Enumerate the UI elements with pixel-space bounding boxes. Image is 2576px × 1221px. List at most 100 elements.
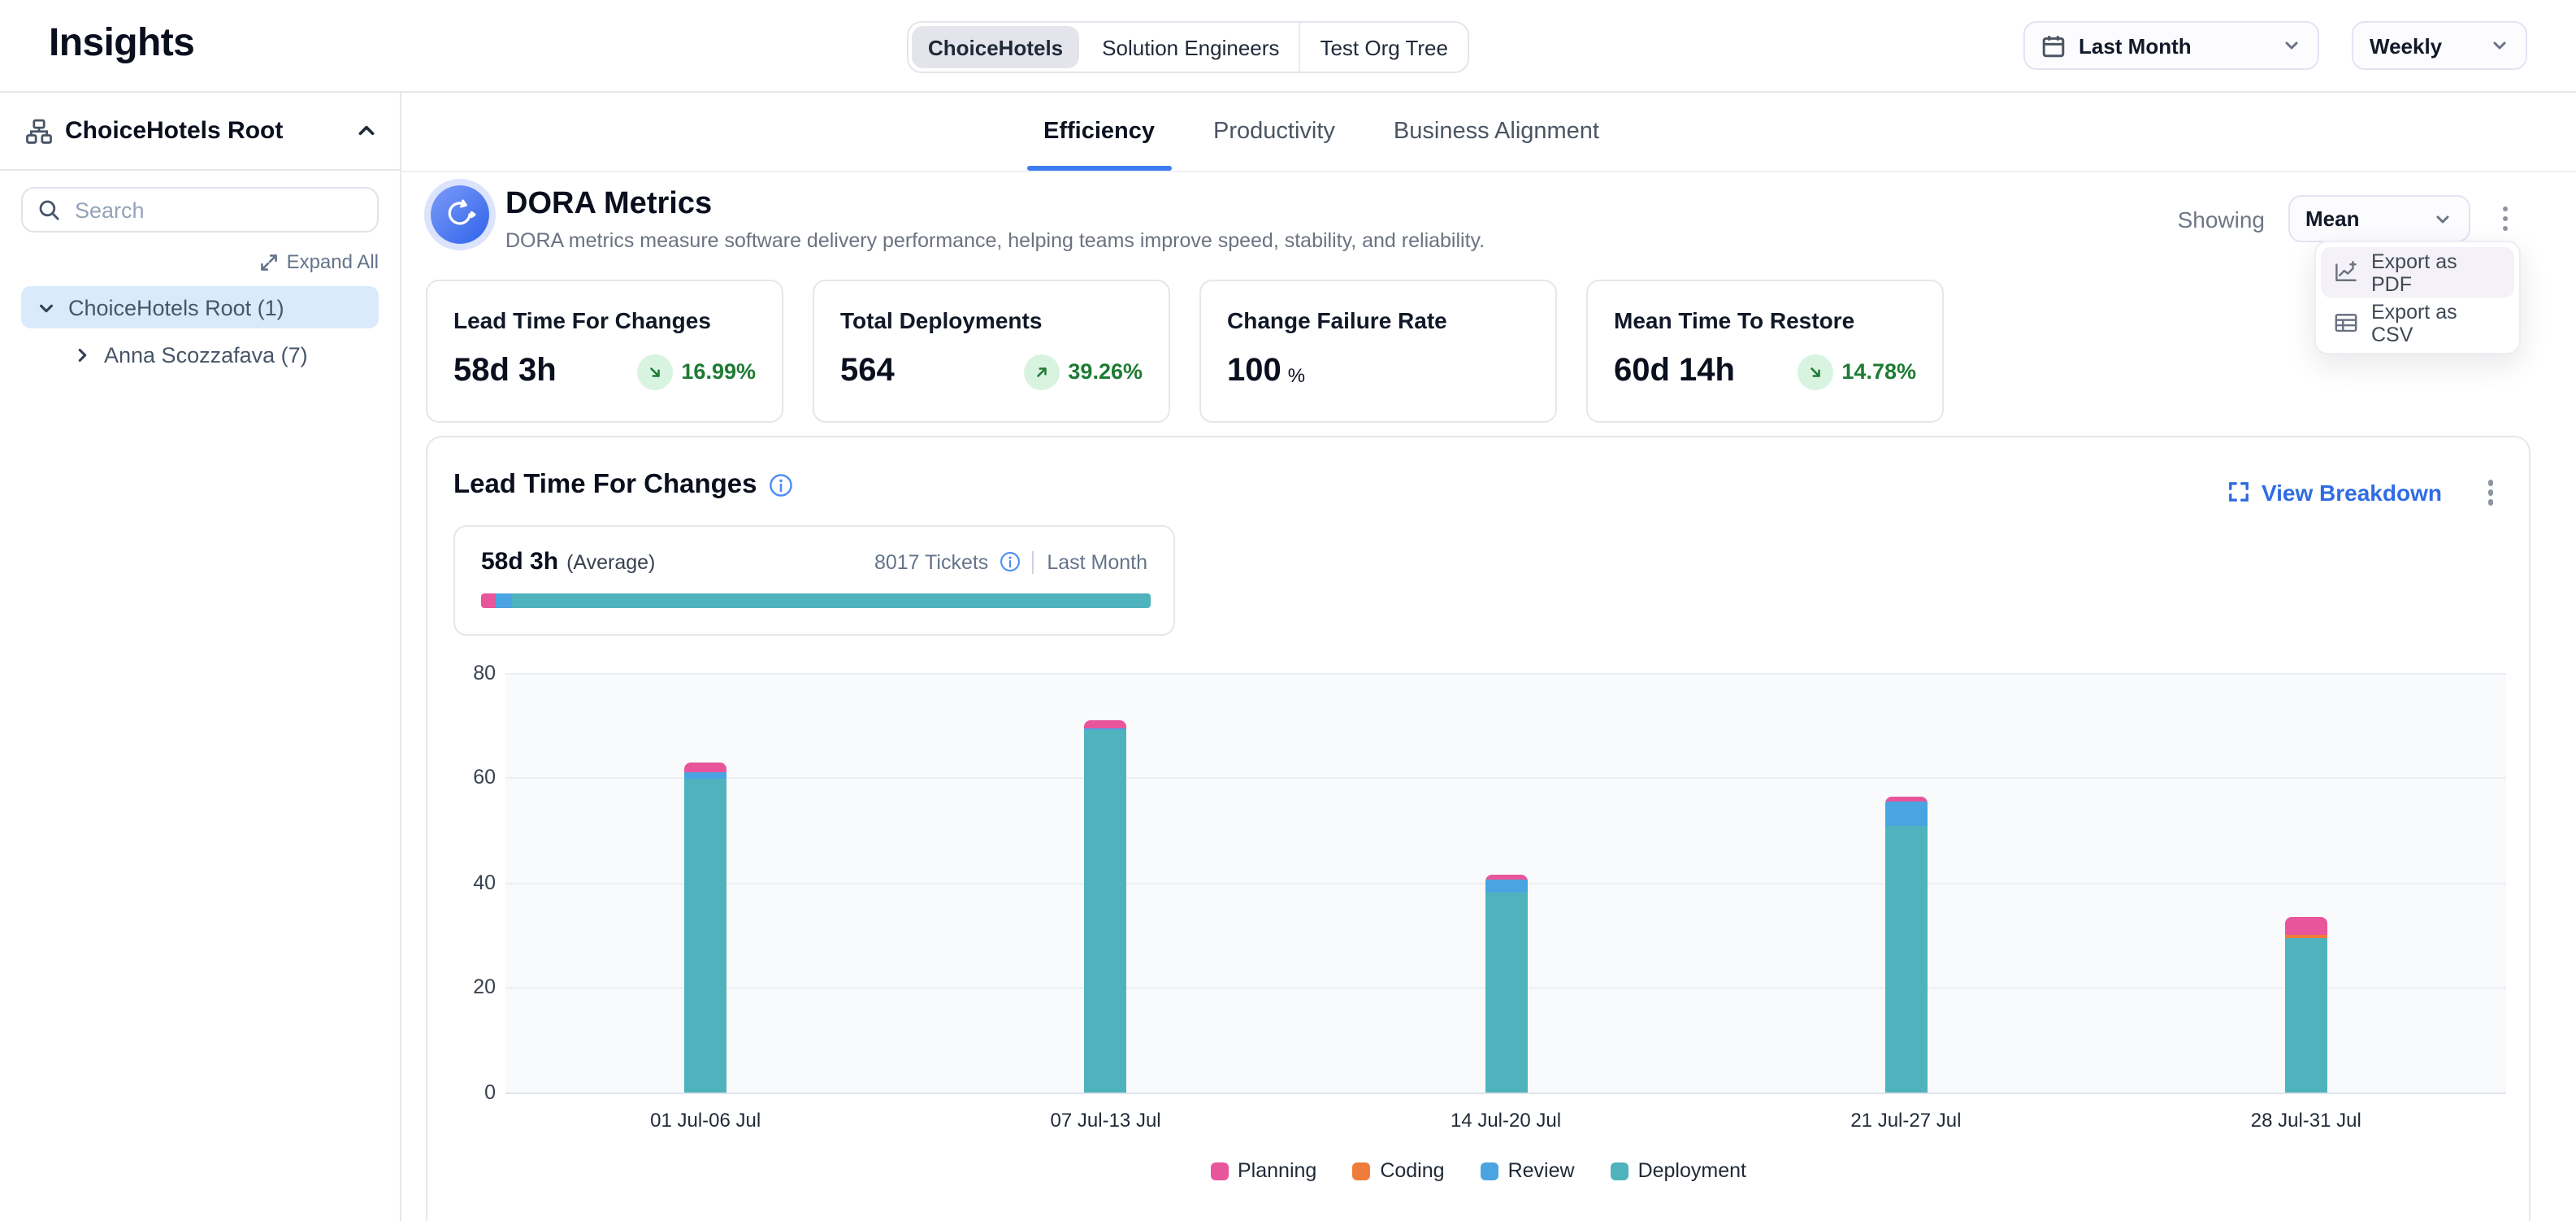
sidebar-root-label: ChoiceHotels Root [65,117,343,145]
phase-progress-bar [481,593,1151,608]
metric-card-change-failure-rate: Change Failure Rate100% [1199,280,1557,423]
date-range-select[interactable]: Last Month [2023,21,2319,70]
lead-time-title: Lead Time For Changes [453,470,757,501]
metric-card-value: 60d 14h [1614,353,1735,390]
table-icon [2334,311,2358,335]
expand-all-label: Expand All [287,250,379,273]
search-box [21,187,379,232]
showing-controls: Showing Mean [2178,195,2517,242]
metric-card-title: Lead Time For Changes [453,307,756,333]
chevron-right-icon[interactable] [73,345,91,363]
chart-yaxis: 020406080 [444,673,496,1093]
header-controls: Last Month Weekly [2023,21,2527,70]
tab-efficiency[interactable]: Efficiency [1040,93,1158,171]
legend-item-review[interactable]: Review [1481,1159,1575,1182]
collapse-panel-icon[interactable] [356,120,377,141]
trend-badge: 16.99% [637,354,756,389]
bar-segment-planning [2285,917,2327,936]
x-label-21-jul-27-jul: 21 Jul-27 Jul [1850,1109,1961,1132]
org-tree-sidebar: ChoiceHotels Root Expand All ChoiceHotel… [0,93,401,1221]
org-tab-choicehotels[interactable]: ChoiceHotels [912,26,1079,68]
metric-card-value-row: 58d 3h16.99% [453,353,756,390]
tab-business-alignment[interactable]: Business Alignment [1390,93,1602,171]
main-tabs: Efficiency Productivity Business Alignment [1040,93,1602,171]
dora-kebab-menu-icon[interactable] [2492,200,2517,238]
bar-28-jul-31-jul[interactable] [2285,917,2327,1093]
tickets-count: 8017 Tickets [874,550,988,573]
org-tab-solution-engineers[interactable]: Solution Engineers [1082,23,1299,72]
view-breakdown-button[interactable]: View Breakdown [2229,480,2442,506]
trend-badge: 14.78% [1798,354,1916,389]
tree-item-label: ChoiceHotels Root (1) [68,295,284,319]
bar-01-jul-06-jul[interactable] [684,763,726,1093]
x-label-28-jul-31-jul: 28 Jul-31 Jul [2251,1109,2361,1132]
metric-card-unit: % [1288,364,1305,390]
menu-item-export-as-pdf[interactable]: Export as PDF [2321,247,2514,298]
calendar-icon [2041,33,2066,58]
legend-item-coding[interactable]: Coding [1352,1159,1444,1182]
period-label: Last Month [1032,550,1147,573]
view-breakdown-label: View Breakdown [2262,480,2442,506]
bar-14-jul-20-jul[interactable] [1485,875,1527,1093]
dora-section-title: DORA Metrics [505,187,712,223]
search-input[interactable] [72,196,362,224]
search-icon [37,198,60,221]
tree-item-choicehotels-root-1[interactable]: ChoiceHotels Root (1) [21,286,379,328]
legend-label: Deployment [1638,1159,1746,1182]
org-tree: ChoiceHotels Root (1) Anna Scozzafava (7) [21,286,379,380]
bar-segment-planning [1085,720,1127,728]
bar-segment-deployment [1085,731,1127,1093]
main-content: Efficiency Productivity Business Alignment… [401,93,2576,1221]
y-tick-80: 80 [473,661,496,684]
chevron-down-icon[interactable] [37,298,55,316]
chart-legend: Planning Coding Review Deployment [427,1159,2529,1182]
gridline-80 [505,672,2506,674]
bar-segment-deployment [684,778,726,1093]
granularity-value: Weekly [2370,33,2442,58]
metric-card-value: 564 [840,353,895,390]
expand-all-button[interactable]: Expand All [261,250,379,273]
bar-segment-review [1884,802,1927,825]
tree-item-anna-scozzafava-7[interactable]: Anna Scozzafava (7) [21,333,379,376]
legend-item-planning[interactable]: Planning [1210,1159,1316,1182]
aggregation-select[interactable]: Mean [2288,195,2470,242]
dora-metrics-icon [431,185,489,244]
trend-value: 39.26% [1068,359,1143,384]
x-label-14-jul-20-jul: 14 Jul-20 Jul [1451,1109,1561,1132]
sidebar-header: ChoiceHotels Root [0,93,400,171]
lead-time-kebab-menu-icon[interactable] [2478,473,2503,511]
chevron-down-icon [2432,209,2452,228]
tab-productivity[interactable]: Productivity [1210,93,1338,171]
info-icon[interactable] [1000,551,1021,572]
y-tick-40: 40 [473,871,496,893]
y-tick-0: 0 [484,1080,496,1103]
org-tab-test-org-tree[interactable]: Test Org Tree [1299,23,1468,72]
y-tick-20: 20 [473,975,496,998]
x-label-01-jul-06-jul: 01 Jul-06 Jul [650,1109,761,1132]
legend-swatch [1481,1162,1498,1180]
bar-segment-deployment [1485,893,1527,1093]
org-tab-group: ChoiceHotelsSolution EngineersTest Org T… [907,21,1469,73]
chart-icon [2334,260,2358,285]
menu-item-export-as-csv[interactable]: Export as CSV [2321,298,2514,348]
dora-section-description: DORA metrics measure software delivery p… [505,229,1485,252]
metric-card-value-row: 100% [1227,353,1529,390]
metric-tabs-row: Efficiency Productivity Business Alignment [401,93,2576,172]
chart-xlabels: 01 Jul-06 Jul07 Jul-13 Jul14 Jul-20 Jul2… [505,1109,2506,1135]
info-icon[interactable] [769,473,793,498]
export-menu: Export as PDFExport as CSV [2314,241,2521,354]
trend-value: 16.99% [681,359,756,384]
legend-item-deployment[interactable]: Deployment [1611,1159,1746,1182]
bar-segment-deployment [2285,938,2327,1093]
trend-value: 14.78% [1841,359,1916,384]
insights-app: Insights ChoiceHotelsSolution EngineersT… [0,0,2576,1221]
bar-07-jul-13-jul[interactable] [1085,720,1127,1093]
org-tree-icon [26,118,52,144]
progress-segment-planning [481,593,496,608]
bar-21-jul-27-jul[interactable] [1884,797,1927,1093]
lead-time-actions: View Breakdown [2229,473,2503,511]
legend-swatch [1611,1162,1628,1180]
chevron-down-icon [2282,36,2301,55]
metric-card-lead-time-for-changes: Lead Time For Changes 58d 3h16.99% [426,280,783,423]
granularity-select[interactable]: Weekly [2352,21,2527,70]
